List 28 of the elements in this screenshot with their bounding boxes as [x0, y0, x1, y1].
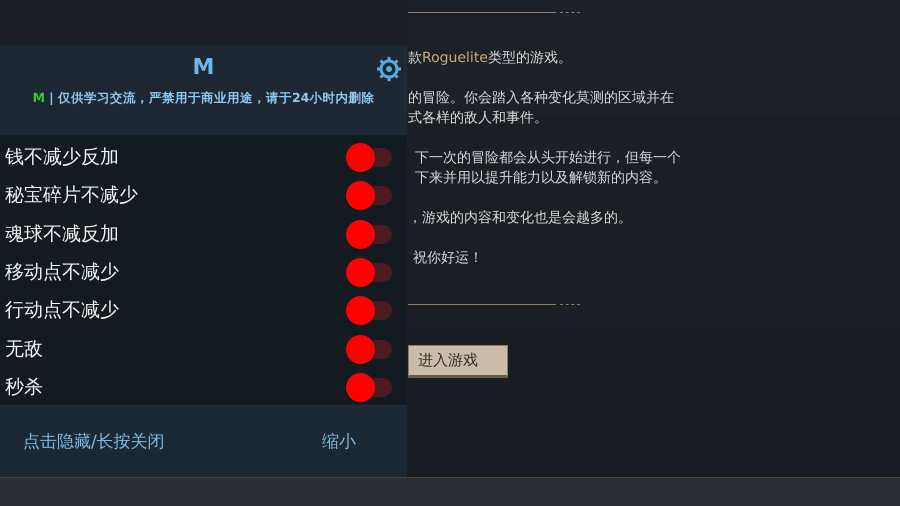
toggle-switch[interactable] [346, 257, 392, 288]
toggle-switch[interactable] [346, 372, 392, 402]
notice-text: | 仅供学习交流，严禁用于商业用途，请于24小时内删除 [49, 90, 374, 107]
intro-text: 下一次的冒险都会从头开始进行，但每一个 [415, 149, 682, 168]
toggle-label: 秘宝碎片不减少 [5, 183, 139, 208]
toggle-switch[interactable] [346, 218, 392, 249]
toggle-switch[interactable] [346, 295, 392, 326]
toggle-switch[interactable] [346, 180, 392, 210]
toggle-label: 钱不减少反加 [5, 145, 120, 170]
shrink-link[interactable]: 缩小 [322, 430, 356, 452]
settings-icon[interactable] [376, 56, 402, 82]
toggle-switch[interactable] [346, 334, 392, 364]
toggle-label: 行动点不减少 [5, 298, 120, 324]
toggle-label: 移动点不减少 [5, 260, 120, 286]
menu-title: M [192, 55, 214, 81]
toggle-label: 无敌 [5, 336, 44, 362]
intro-text: 祝你好运！ [413, 249, 484, 268]
enter-game-button[interactable]: 进入游戏 [408, 345, 508, 378]
intro-text: 式各样的敌人和事件。 [408, 109, 549, 128]
intro-text: ，游戏的内容和变化也是会越多的。 [408, 209, 633, 228]
intro-text: 的冒险。你会踏入各种变化莫测的区域并在 [408, 89, 675, 108]
notice-label: M [32, 90, 46, 107]
toggle-label: 秒杀 [5, 374, 44, 400]
intro-text: 下来并用以提升能力以及解锁新的内容。 [415, 169, 668, 188]
hide-link[interactable]: 点击隐藏/长按关闭 [23, 430, 322, 452]
toggle-switch[interactable] [346, 142, 392, 172]
intro-text: 款Roguelite类型的游戏。 [408, 49, 573, 68]
toggle-label: 魂球不减反加 [5, 222, 120, 247]
